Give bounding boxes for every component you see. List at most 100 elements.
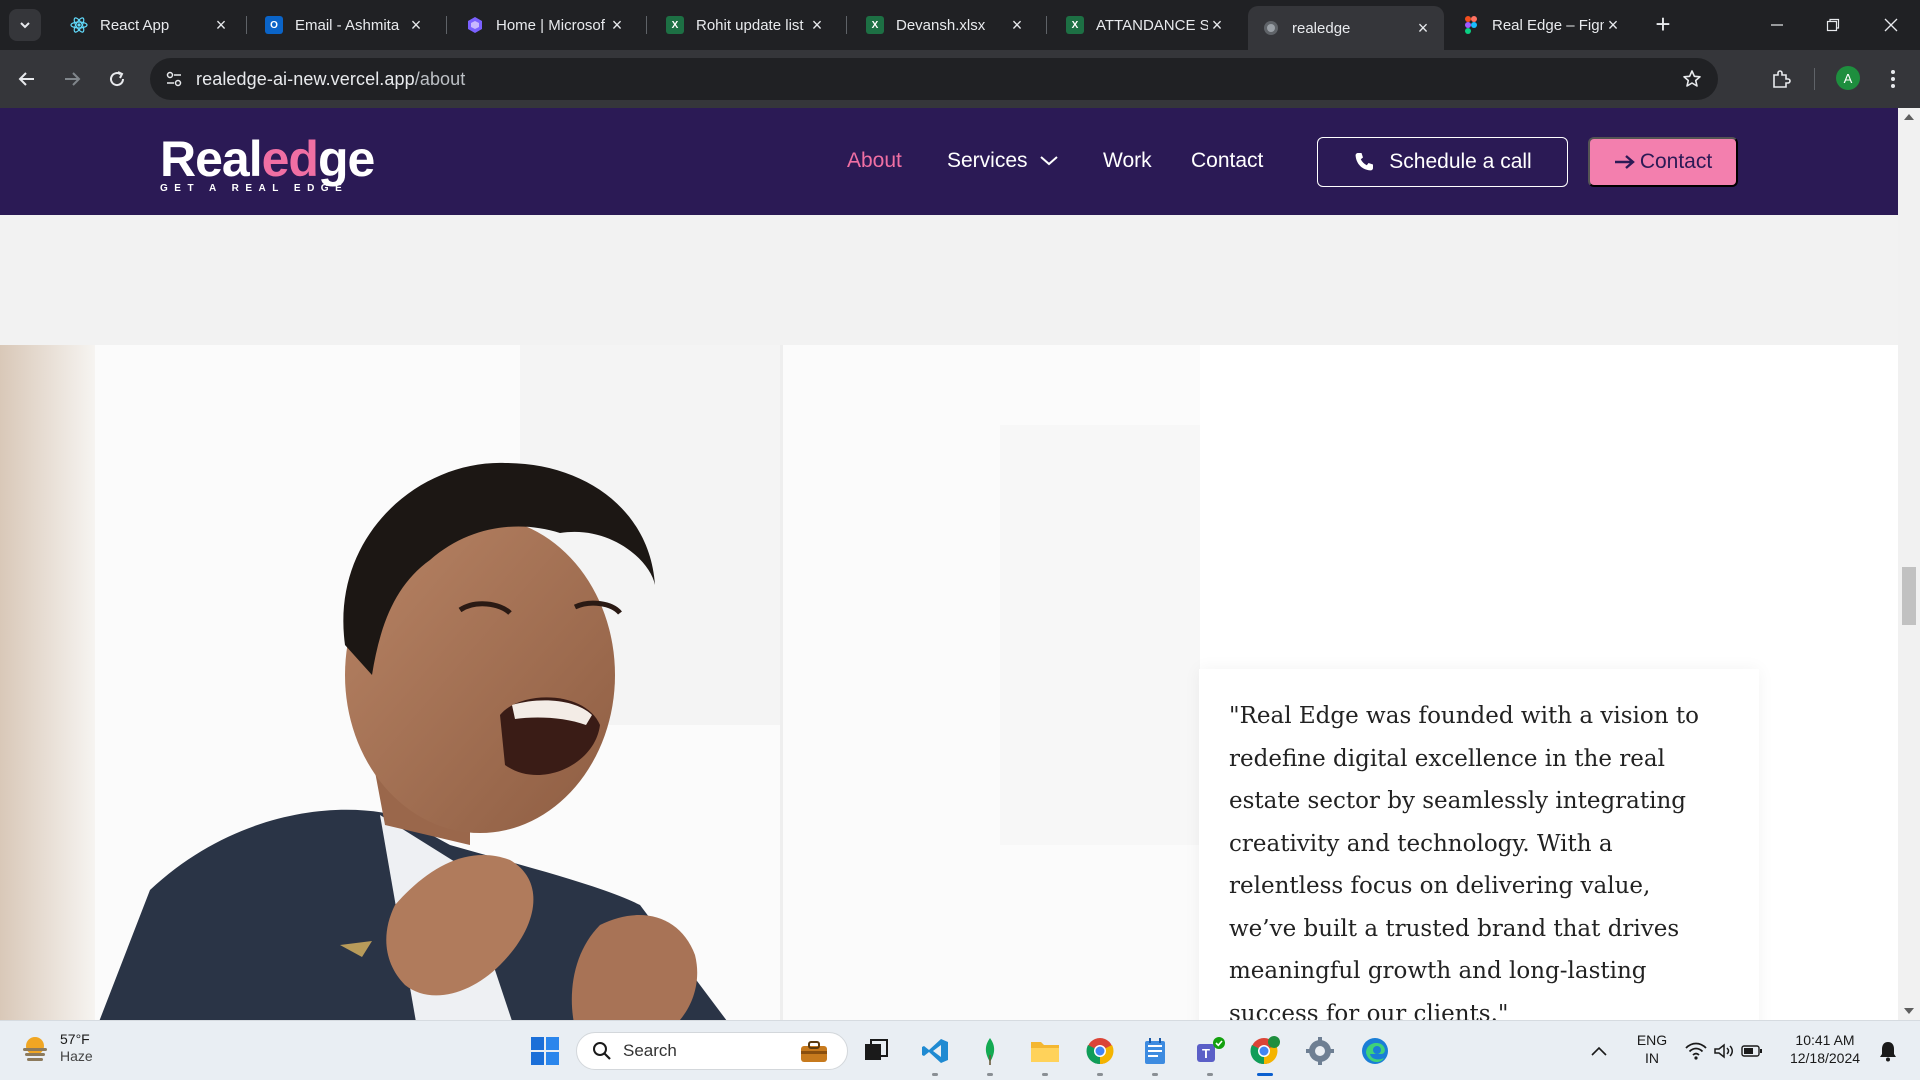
kebab-menu-icon — [1891, 70, 1895, 88]
nav-about[interactable]: About — [847, 149, 902, 173]
page-scrollbar[interactable] — [1898, 108, 1920, 1020]
running-indicator — [932, 1073, 938, 1076]
reload-icon — [110, 71, 125, 87]
close-icon[interactable]: × — [1414, 18, 1432, 38]
windows-logo-icon — [531, 1037, 559, 1065]
chevron-down-icon — [20, 22, 30, 29]
tab-realedge[interactable]: realedge × — [1248, 6, 1444, 50]
outlook-icon: O — [265, 16, 283, 34]
logo-text-end: ge — [317, 131, 375, 187]
arrow-right-icon — [65, 72, 81, 86]
active-indicator — [1257, 1073, 1273, 1076]
minimize-button[interactable] — [1762, 10, 1792, 40]
tab-divider — [1046, 16, 1047, 34]
mongodb-leaf-icon — [985, 1038, 995, 1065]
close-icon[interactable]: × — [808, 15, 826, 35]
restore-button[interactable] — [1818, 10, 1848, 40]
address-bar[interactable]: realedge-ai-new.vercel.app/about — [150, 58, 1718, 100]
new-tab-button[interactable]: + — [1650, 11, 1676, 38]
tab-title: Home | Microsof — [496, 16, 605, 34]
tab-email[interactable]: O Email - Ashmita × — [251, 8, 437, 42]
nav-contact[interactable]: Contact — [1191, 149, 1263, 173]
tab-react-app[interactable]: React App × — [56, 8, 242, 42]
taskbar-chrome-2[interactable] — [1247, 1033, 1283, 1076]
tab-title: Real Edge – Figm — [1492, 16, 1604, 34]
url-host: realedge-ai-new.vercel.app — [196, 69, 415, 89]
schedule-call-button[interactable]: Schedule a call — [1317, 137, 1568, 187]
forward-button[interactable] — [55, 62, 89, 96]
tab-figma[interactable]: Real Edge – Figm × — [1448, 8, 1634, 42]
taskbar-settings[interactable] — [1302, 1033, 1338, 1069]
close-icon[interactable]: × — [407, 15, 425, 35]
taskbar-edge[interactable] — [1357, 1033, 1393, 1069]
taskbar-search[interactable]: Search — [576, 1032, 848, 1070]
taskbar-mongodb[interactable] — [972, 1033, 1008, 1076]
tab-microsoft-home[interactable]: Home | Microsof × — [452, 8, 638, 42]
task-view-button[interactable] — [858, 1033, 894, 1069]
tab-search-button[interactable] — [9, 9, 41, 41]
realedge-logo[interactable]: Realedge GET A REAL EDGE — [160, 131, 375, 194]
extensions-button[interactable] — [1764, 62, 1798, 96]
start-button[interactable] — [527, 1033, 563, 1069]
wifi-icon — [1685, 1042, 1707, 1060]
restore-icon — [1826, 18, 1840, 32]
briefcase-icon — [797, 1039, 831, 1065]
notepad-icon — [1145, 1038, 1165, 1064]
excel-icon: X — [666, 16, 684, 34]
site-header: Realedge GET A REAL EDGE About Services … — [0, 108, 1898, 215]
taskbar-chrome-1[interactable] — [1082, 1033, 1118, 1076]
nav-services[interactable]: Services — [947, 149, 1060, 173]
clock-date: 12/18/2024 — [1789, 1050, 1861, 1066]
schedule-call-label: Schedule a call — [1389, 150, 1532, 173]
task-view-icon — [865, 1039, 888, 1060]
close-icon[interactable]: × — [608, 15, 626, 35]
clock[interactable]: 10:41 AM 12/18/2024 — [1780, 1031, 1870, 1067]
taskbar-vscode[interactable] — [917, 1033, 953, 1076]
reload-button[interactable] — [100, 62, 134, 96]
bookmark-star-icon[interactable] — [1680, 67, 1704, 91]
close-icon[interactable]: × — [1604, 15, 1622, 35]
excel-icon: X — [1066, 16, 1084, 34]
teams-icon: T — [1197, 1037, 1225, 1062]
tab-title: Devansh.xlsx — [896, 16, 986, 34]
taskbar-file-explorer[interactable] — [1027, 1033, 1063, 1076]
puzzle-icon — [1773, 70, 1791, 88]
site-info-icon[interactable] — [162, 67, 186, 91]
running-indicator — [987, 1073, 993, 1076]
system-tray-status[interactable] — [1684, 1037, 1764, 1065]
contact-button-label: Contact — [1639, 150, 1713, 173]
close-icon[interactable]: × — [1008, 15, 1026, 35]
chrome-icon — [1250, 1036, 1280, 1065]
profile-avatar[interactable]: A — [1836, 66, 1860, 90]
page-viewport: Realedge GET A REAL EDGE About Services … — [0, 108, 1920, 1020]
scrollbar-thumb[interactable] — [1902, 567, 1916, 625]
taskbar-teams[interactable]: T — [1192, 1033, 1228, 1076]
tab-divider — [646, 16, 647, 34]
chevron-up-icon — [1591, 1046, 1607, 1056]
close-icon[interactable]: × — [212, 15, 230, 35]
tab-devansh[interactable]: X Devansh.xlsx × — [852, 8, 1038, 42]
tab-attendance[interactable]: X ATTANDANCE SI × — [1052, 8, 1238, 42]
nav-work[interactable]: Work — [1103, 149, 1152, 173]
weather-widget[interactable]: 57°F Haze — [20, 1031, 93, 1065]
close-icon[interactable]: × — [1208, 15, 1226, 35]
scroll-up-arrow-icon[interactable] — [1904, 114, 1914, 120]
tab-divider — [446, 16, 447, 34]
taskbar-notepad[interactable] — [1137, 1033, 1173, 1076]
notifications-button[interactable] — [1874, 1037, 1902, 1065]
tab-divider — [846, 16, 847, 34]
language-indicator[interactable]: ENG IN — [1634, 1031, 1670, 1067]
phone-icon — [1355, 153, 1374, 171]
tab-rohit-update-list[interactable]: X Rohit update list × — [652, 8, 838, 42]
excel-icon: X — [866, 16, 884, 34]
browser-menu-button[interactable] — [1876, 62, 1910, 96]
scroll-down-arrow-icon[interactable] — [1904, 1008, 1914, 1014]
running-indicator — [1097, 1073, 1103, 1076]
tab-title: realedge — [1292, 19, 1351, 37]
logo-wordmark: Realedge — [160, 131, 375, 187]
tab-title: ATTANDANCE SI — [1096, 16, 1208, 34]
back-button[interactable] — [10, 62, 44, 96]
show-hidden-icons-button[interactable] — [1584, 1035, 1614, 1067]
contact-button[interactable]: Contact — [1588, 137, 1738, 187]
close-window-button[interactable] — [1876, 10, 1906, 40]
